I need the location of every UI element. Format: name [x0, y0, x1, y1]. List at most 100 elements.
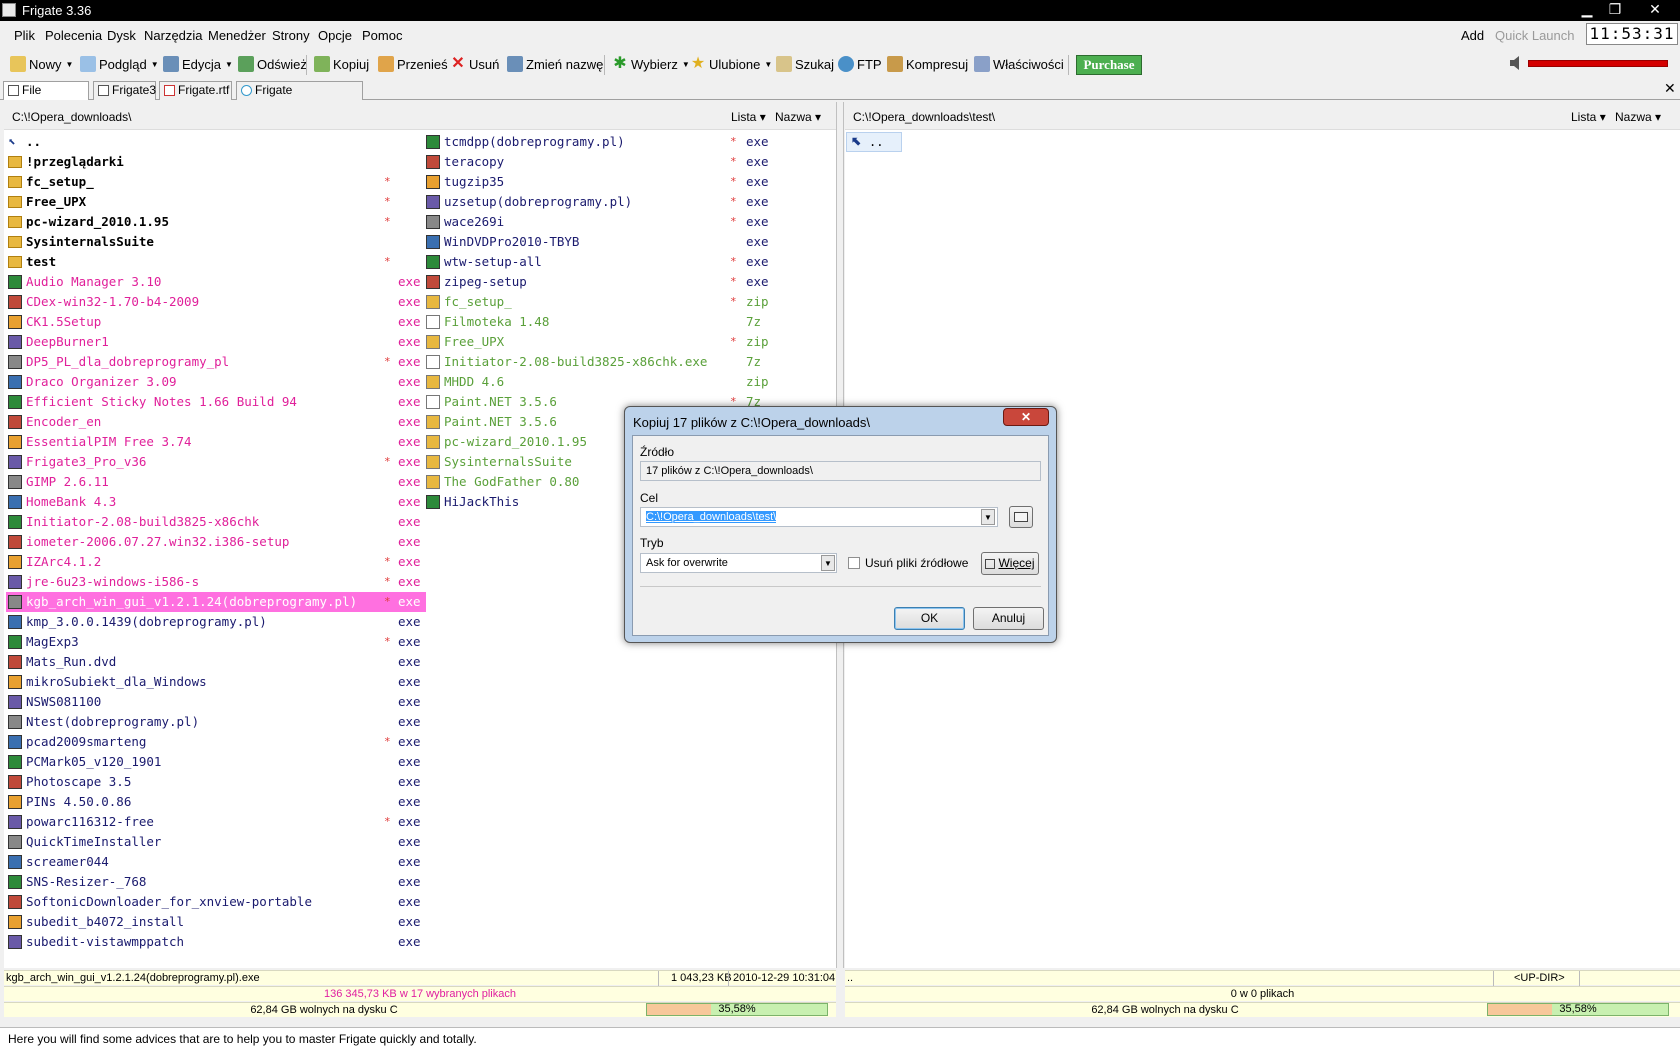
delete-button[interactable]: ✕ Usuń — [450, 54, 499, 74]
file-row[interactable]: tcmdpp(dobreprogramy.pl) * exe — [424, 132, 834, 152]
file-row[interactable]: Filmoteka 1.48 7z — [424, 312, 834, 332]
right-view-dropdown[interactable]: Lista ▾ — [1571, 110, 1606, 124]
file-row[interactable]: Draco Organizer 3.09 exe — [6, 372, 426, 392]
tab-frigate3[interactable]: Frigate3 — [93, 81, 156, 100]
left-view-dropdown[interactable]: Lista ▾ — [731, 110, 766, 124]
file-row[interactable]: zipeg-setup * exe — [424, 272, 834, 292]
more-button[interactable]: Więcej — [981, 552, 1039, 575]
file-row[interactable]: SNS-Resizer-_768 exe — [6, 872, 426, 892]
menu-narzedzia[interactable]: Narzędzia — [144, 28, 203, 43]
file-row[interactable]: kmp_3.0.0.1439(dobreprogramy.pl) exe — [6, 612, 426, 632]
ftp-button[interactable]: FTP — [838, 54, 882, 74]
browse-folder-button[interactable] — [1009, 506, 1033, 528]
search-button[interactable]: Szukaj — [776, 54, 834, 74]
file-row[interactable]: QuickTimeInstaller exe — [6, 832, 426, 852]
right-up-dir[interactable]: ⬉ .. — [846, 132, 902, 152]
maximize-button[interactable]: ❐ — [1600, 0, 1630, 19]
ok-button[interactable]: OK — [894, 607, 965, 630]
menu-pomoc[interactable]: Pomoc — [362, 28, 402, 43]
refresh-button[interactable]: Odśwież — [238, 54, 307, 74]
file-row[interactable]: MagExp3 * exe — [6, 632, 426, 652]
file-row[interactable]: wace269i * exe — [424, 212, 834, 232]
folder-row[interactable]: SysinternalsSuite — [6, 232, 426, 252]
favorites-button[interactable]: ★ Ulubione ▼ — [690, 54, 772, 74]
file-row[interactable]: Ntest(dobreprogramy.pl) exe — [6, 712, 426, 732]
file-row[interactable]: MHDD 4.6 zip — [424, 372, 834, 392]
folder-row[interactable]: ⬉.. — [6, 132, 426, 152]
delete-source-checkbox[interactable] — [848, 557, 860, 569]
file-row[interactable]: Frigate3_Pro_v36 * exe — [6, 452, 426, 472]
file-row[interactable]: PCMark05_v120_1901 exe — [6, 752, 426, 772]
dialog-close-button[interactable]: ✕ — [1003, 408, 1049, 426]
file-row[interactable]: PINs 4.50.0.86 exe — [6, 792, 426, 812]
file-row[interactable]: iometer-2006.07.27.win32.i386-setup exe — [6, 532, 426, 552]
folder-row[interactable]: !przeglądarki — [6, 152, 426, 172]
file-row[interactable]: Photoscape 3.5 exe — [6, 772, 426, 792]
file-row[interactable]: screamer044 exe — [6, 852, 426, 872]
file-row[interactable]: CK1.5Setup exe — [6, 312, 426, 332]
file-row[interactable]: SoftonicDownloader_for_xnview-portable ex… — [6, 892, 426, 912]
file-row[interactable]: DP5_PL_dla_dobreprogramy_pl * exe — [6, 352, 426, 372]
file-row[interactable]: DeepBurner1 exe — [6, 332, 426, 352]
file-row[interactable]: IZArc4.1.2 * exe — [6, 552, 426, 572]
file-row[interactable]: EssentialPIM Free 3.74 exe — [6, 432, 426, 452]
file-row[interactable]: Initiator-2.08-build3825-x86chk.exe 7z — [424, 352, 834, 372]
move-button[interactable]: Przenieś — [378, 54, 448, 74]
file-row[interactable]: NSWS081100 exe — [6, 692, 426, 712]
preview-button[interactable]: Podgląd ▼ — [80, 54, 159, 74]
file-row[interactable]: subedit_b4072_install exe — [6, 912, 426, 932]
select-button[interactable]: ✱ Wybierz ▼ — [612, 54, 689, 74]
folder-row[interactable]: Free_UPX * — [6, 192, 426, 212]
menu-strony[interactable]: Strony — [272, 28, 310, 43]
menu-dysk[interactable]: Dysk — [107, 28, 136, 43]
file-row[interactable]: WinDVDPro2010-TBYB exe — [424, 232, 834, 252]
mode-select[interactable]: Ask for overwrite ▼ — [640, 553, 837, 573]
purchase-button[interactable]: Purchase — [1076, 55, 1142, 75]
file-row[interactable]: Audio Manager 3.10 exe — [6, 272, 426, 292]
copy-button[interactable]: Kopiuj — [314, 54, 369, 74]
add-menu[interactable]: Add — [1461, 28, 1484, 43]
rename-button[interactable]: Zmień nazwę — [507, 54, 603, 74]
file-row[interactable]: CDex-win32-1.70-b4-2009 exe — [6, 292, 426, 312]
folder-row[interactable]: fc_setup_ * — [6, 172, 426, 192]
speaker-icon[interactable] — [1508, 55, 1526, 71]
folder-row[interactable]: pc-wizard_2010.1.95 * — [6, 212, 426, 232]
file-row[interactable]: tugzip35 * exe — [424, 172, 834, 192]
file-row[interactable]: GIMP 2.6.11 exe — [6, 472, 426, 492]
menu-plik[interactable]: Plik — [14, 28, 35, 43]
file-row[interactable]: wtw-setup-all * exe — [424, 252, 834, 272]
file-row[interactable]: Efficient Sticky Notes 1.66 Build 94 exe — [6, 392, 426, 412]
volume-slider[interactable] — [1528, 60, 1668, 67]
close-window-button[interactable]: ✕ — [1636, 0, 1674, 19]
file-row[interactable]: Free_UPX * zip — [424, 332, 834, 352]
tab-file-manager[interactable]: File Manager — [3, 81, 89, 114]
edit-button[interactable]: Edycja ▼ — [163, 54, 233, 74]
file-row[interactable]: teracopy * exe — [424, 152, 834, 172]
menu-menedzer[interactable]: Menedżer — [208, 28, 266, 43]
file-row[interactable]: jre-6u23-windows-i586-s * exe — [6, 572, 426, 592]
close-tab-icon[interactable]: ✕ — [1664, 80, 1676, 97]
new-button[interactable]: Nowy ▼ — [10, 54, 73, 74]
left-sort-dropdown[interactable]: Nazwa ▾ — [775, 110, 821, 124]
file-row[interactable]: Mats_Run.dvd exe — [6, 652, 426, 672]
file-row[interactable]: HomeBank 4.3 exe — [6, 492, 426, 512]
mode-dropdown-arrow[interactable]: ▼ — [821, 555, 835, 571]
file-row[interactable]: kgb_arch_win_gui_v1.2.1.24(dobreprogramy… — [6, 592, 426, 612]
target-input[interactable]: C:\!Opera_downloads\test\ ▼ — [640, 507, 998, 527]
file-row[interactable]: mikroSubiekt_dla_Windows exe — [6, 672, 426, 692]
minimize-button[interactable]: ▁ — [1572, 0, 1602, 19]
cancel-button[interactable]: Anuluj — [973, 607, 1044, 630]
tab-frigate-features[interactable]: Frigate Features.htm — [236, 81, 363, 114]
menu-polecenia[interactable]: Polecenia — [45, 28, 102, 43]
quick-launch-menu[interactable]: Quick Launch — [1495, 28, 1575, 43]
tab-frigate-rtf[interactable]: Frigate.rtf — [159, 81, 232, 100]
file-row[interactable]: pcad2009smarteng * exe — [6, 732, 426, 752]
file-row[interactable]: Initiator-2.08-build3825-x86chk exe — [6, 512, 426, 532]
properties-button[interactable]: Właściwości — [974, 54, 1064, 74]
target-dropdown-arrow[interactable]: ▼ — [981, 509, 995, 525]
file-row[interactable]: fc_setup_ * zip — [424, 292, 834, 312]
menu-opcje[interactable]: Opcje — [318, 28, 352, 43]
compress-button[interactable]: Kompresuj — [887, 54, 968, 74]
right-sort-dropdown[interactable]: Nazwa ▾ — [1615, 110, 1661, 124]
file-row[interactable]: subedit-vistawmppatch exe — [6, 932, 426, 952]
